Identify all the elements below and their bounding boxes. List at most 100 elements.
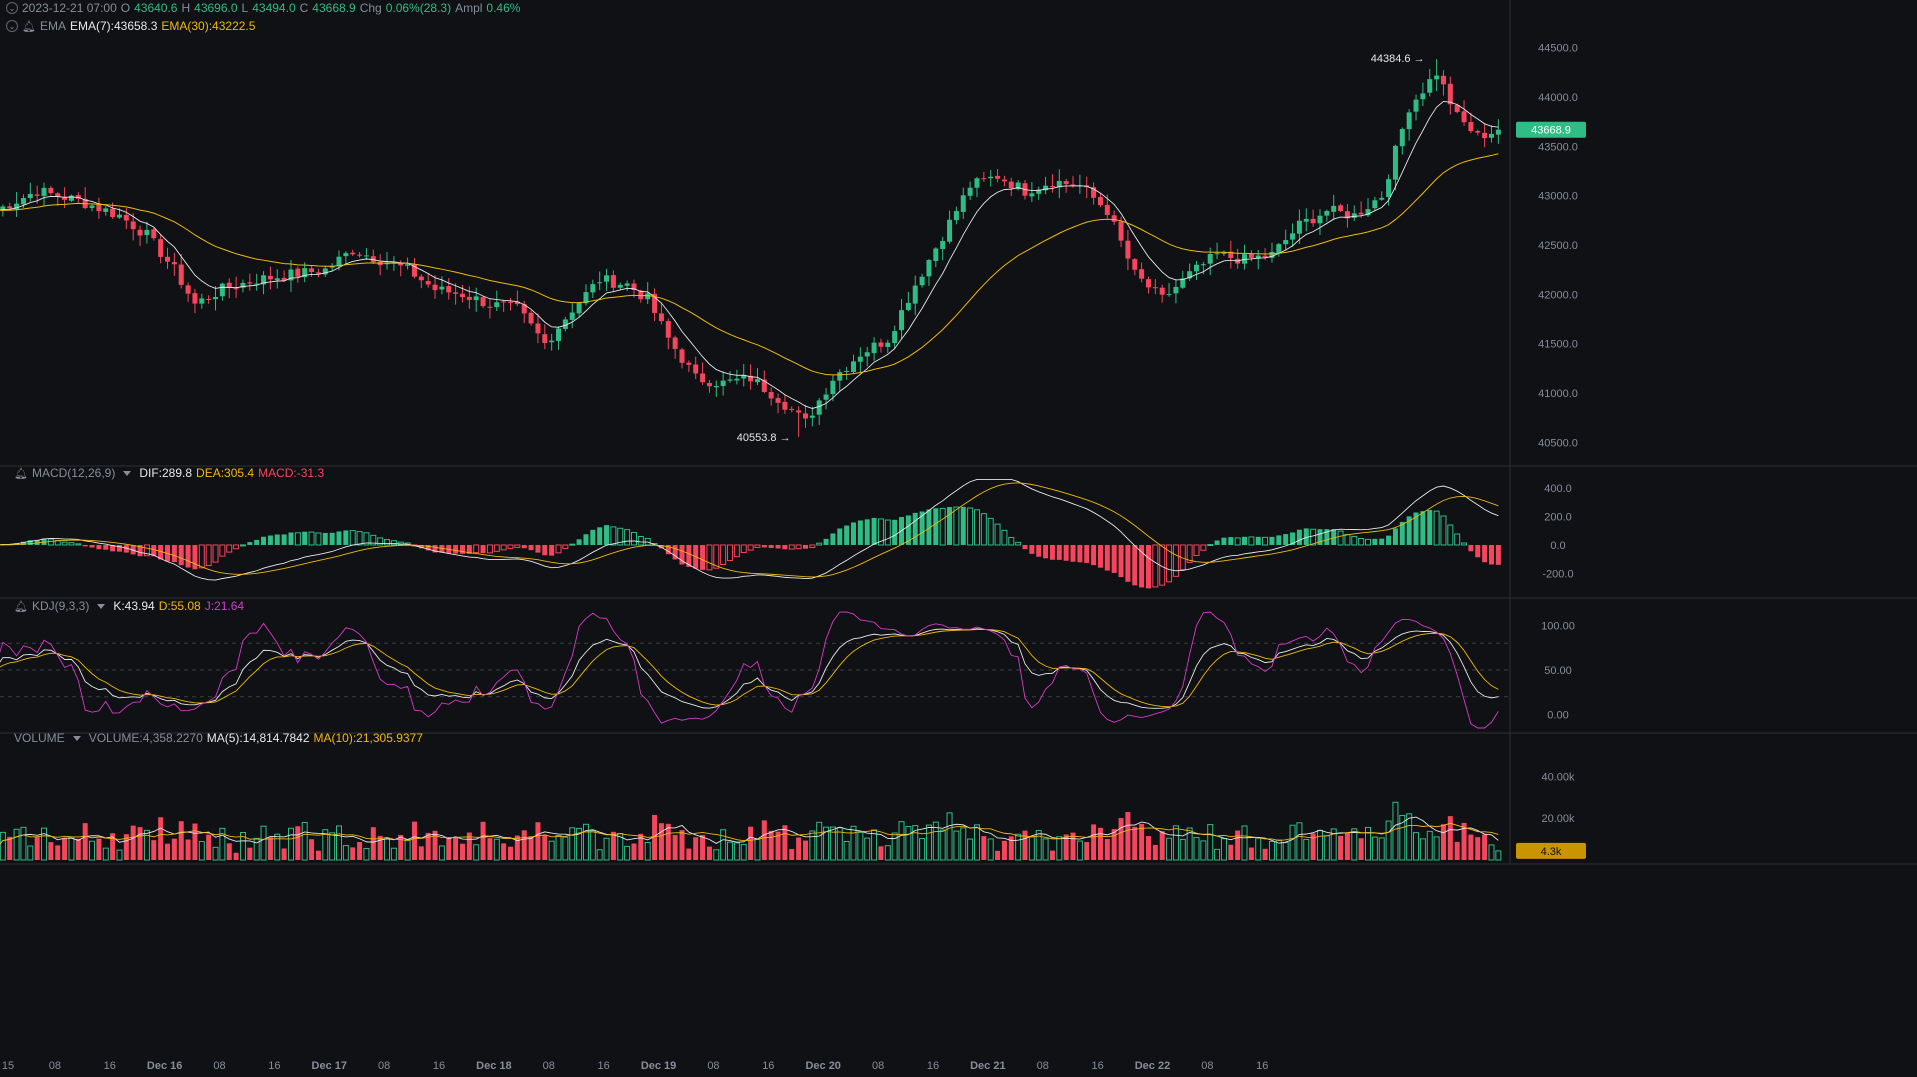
volume-bar: [1385, 820, 1392, 861]
macd-histogram-bar: [706, 544, 713, 571]
kdj-d-line: [0, 629, 1499, 708]
volume-tick-label: 40.00k: [1541, 771, 1575, 783]
macd-histogram-bar: [192, 544, 198, 570]
volume-bar: [1268, 840, 1275, 861]
volume-bar: [1413, 832, 1420, 861]
volume-bar: [1248, 847, 1254, 860]
volume-bar: [603, 837, 610, 861]
macd-histogram-bar: [1468, 544, 1474, 552]
volume-bar: [761, 820, 767, 860]
macd-histogram-bar: [562, 544, 569, 550]
macd-histogram-bar: [1111, 544, 1117, 573]
chevron-down-icon[interactable]: [97, 603, 106, 609]
volume-bar: [809, 830, 816, 861]
macd-histogram-bar: [1049, 544, 1055, 560]
volume-ma10-value: MA(10):21,305.9377: [313, 731, 423, 745]
volume-bar: [789, 848, 795, 860]
candle-body: [926, 260, 932, 277]
chevron-down-icon[interactable]: [123, 470, 132, 476]
volume-bar: [1228, 844, 1234, 860]
macd-histogram-bar: [239, 544, 246, 547]
candle-body: [1029, 193, 1035, 197]
volume-bar: [1426, 830, 1433, 861]
candle-body: [89, 205, 95, 208]
collapse-chevron-icon[interactable]: ⌄: [6, 20, 18, 32]
volume-indicator-name[interactable]: VOLUME: [14, 731, 65, 745]
macd-histogram-bar: [542, 544, 548, 556]
volume-bar: [1358, 838, 1364, 860]
candle-body: [535, 323, 541, 334]
macd-histogram-bar: [1337, 530, 1344, 546]
kdj-tick-label: 50.00: [1544, 665, 1572, 677]
volume-bar: [301, 821, 308, 861]
kdj-indicator-name[interactable]: KDJ(9,3,3): [32, 599, 89, 613]
macd-histogram-bar: [830, 533, 836, 545]
candle-body: [1303, 218, 1309, 222]
volume-bar: [281, 848, 287, 860]
candle-body: [1482, 132, 1488, 139]
candle-body: [1276, 244, 1282, 253]
candle-body: [782, 401, 788, 410]
macd-histogram-bar: [919, 511, 925, 545]
candle-body: [1379, 197, 1385, 200]
max-price-marker: 44384.6 →: [1371, 53, 1425, 65]
volume-bar: [487, 838, 493, 860]
macd-histogram-bar: [973, 509, 980, 546]
volume-bar: [843, 840, 850, 861]
min-price-marker: 40553.8 →: [737, 432, 791, 444]
ema-legend: ⌄ 🔔︎ EMA EMA(7):43658.3 EMA(30):43222.5: [6, 19, 255, 33]
volume-bar: [1316, 829, 1323, 861]
volume-bar: [158, 817, 164, 860]
volume-bar: [1235, 830, 1241, 860]
volume-bar: [438, 845, 445, 861]
bell-icon[interactable]: 🔔︎: [14, 600, 28, 613]
volume-bar: [342, 845, 349, 861]
volume-bar: [1323, 835, 1330, 861]
volume-bar: [336, 825, 342, 861]
volume-bar: [1193, 837, 1200, 861]
price-tick-label: 44000.0: [1538, 92, 1578, 104]
macd-histogram-bar: [1440, 515, 1447, 546]
low-value: 43494.0: [252, 1, 296, 15]
volume-bar: [1056, 836, 1063, 861]
macd-histogram-bar: [219, 544, 226, 557]
candle-body: [487, 306, 493, 308]
volume-bar: [1179, 838, 1186, 861]
candle-body: [350, 252, 356, 255]
macd-histogram-bar: [1008, 536, 1015, 546]
candle-body: [494, 302, 500, 308]
macd-histogram-bar: [1015, 541, 1022, 546]
volume-bar: [946, 812, 953, 861]
macd-histogram-bar: [1214, 540, 1220, 545]
candle-body: [96, 204, 102, 212]
candle-body: [357, 254, 363, 256]
macd-histogram-bar: [844, 525, 850, 545]
chart-canvas[interactable]: 44384.6 → 40553.8 → 44500.0 44000.0 43500.0…: [0, 0, 1917, 1077]
volume-bar: [1091, 824, 1097, 860]
candle-body: [816, 400, 822, 415]
volume-bar: [1111, 829, 1117, 860]
candle-date: 2023-12-21 07:00: [22, 1, 117, 15]
volume-bar: [535, 822, 541, 860]
volume-bar: [165, 843, 170, 860]
bell-icon[interactable]: 🔔︎: [22, 20, 36, 33]
ema30-line: [0, 153, 1499, 376]
candle-body: [700, 373, 706, 383]
candle-body: [878, 342, 884, 347]
macd-histogram-bar: [288, 532, 294, 545]
macd-histogram-bar: [569, 543, 576, 546]
macd-histogram-bar: [480, 544, 486, 554]
macd-indicator-name[interactable]: MACD(12,26,9): [32, 466, 115, 480]
bell-icon[interactable]: 🔔︎: [14, 467, 28, 480]
chevron-down-icon[interactable]: [72, 735, 81, 741]
ema7-value: EMA(7):43658.3: [69, 19, 158, 33]
chart-root: 44384.6 → 40553.8 → 44500.0 44000.0 43500.0…: [0, 0, 1917, 1077]
collapse-chevron-icon[interactable]: ⌄: [6, 2, 18, 14]
x-tick-label: 08: [707, 1060, 719, 1072]
volume-bar: [1172, 825, 1179, 861]
macd-histogram-bar: [768, 544, 774, 548]
candle-body: [995, 175, 1001, 179]
ema-indicator-name[interactable]: EMA: [40, 19, 66, 33]
x-tick-label: 16: [268, 1060, 280, 1072]
volume-bar: [75, 838, 81, 860]
